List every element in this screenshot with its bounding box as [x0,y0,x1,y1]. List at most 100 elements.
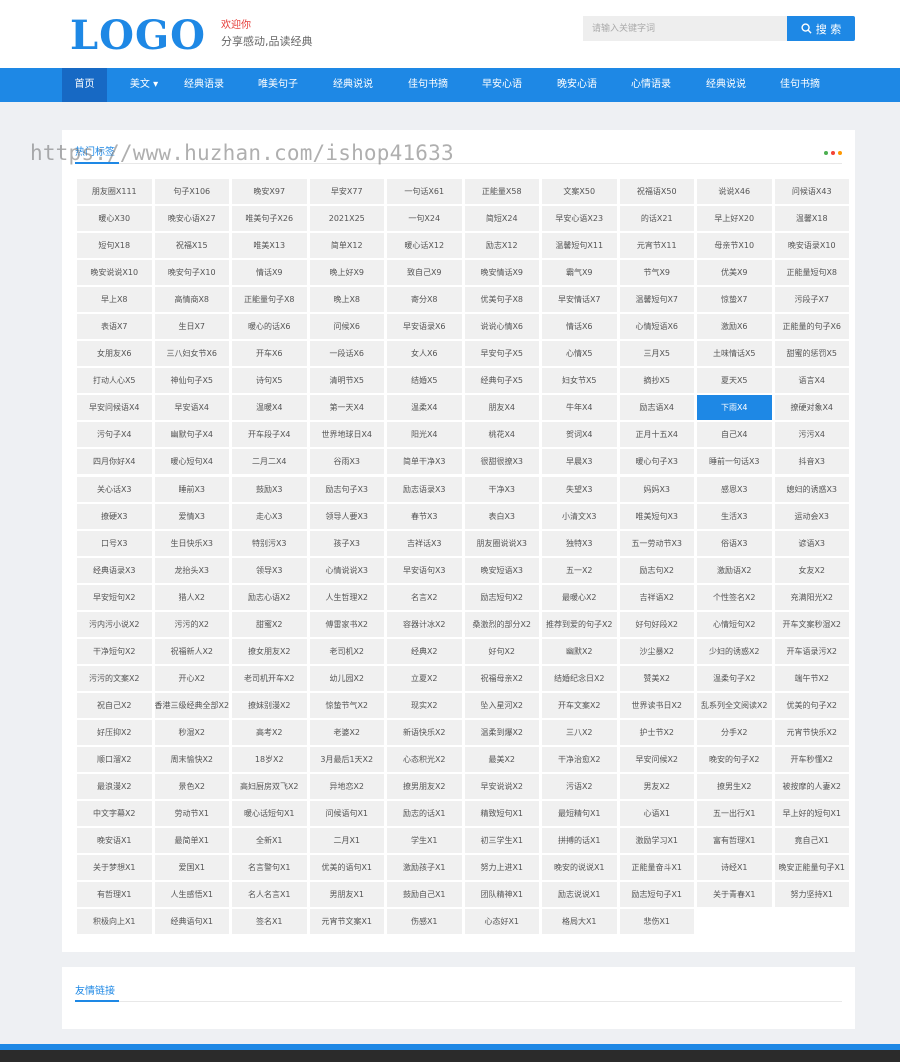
tag-item[interactable]: 祝福X15 [154,233,229,259]
tag-item[interactable]: 鼓励自己X1 [387,882,462,908]
tag-item[interactable]: 富有哲理X1 [697,828,772,854]
tag-item[interactable]: 心态好X1 [464,909,539,935]
tag-item[interactable]: 谷雨X3 [309,449,384,475]
tag-item[interactable]: 乱系列全文阅读X2 [697,692,772,718]
tag-item[interactable]: 节气X9 [619,260,694,286]
tag-item[interactable]: 祝福语X50 [619,179,694,204]
tag-item[interactable]: 老婆X2 [309,719,384,745]
tag-item[interactable]: 正能量X58 [464,179,539,204]
tag-item[interactable]: 优美X9 [697,260,772,286]
tag-item[interactable]: 三八妇女节X6 [154,341,229,367]
tag-item[interactable]: 开车X6 [232,341,307,367]
tag-item[interactable]: 晚安语X1 [77,828,152,854]
tag-item[interactable]: 五一劳动节X3 [619,530,694,556]
tag-item[interactable]: 早安问候X2 [619,746,694,772]
tag-item[interactable]: 甜蜜的惩罚X5 [774,341,849,367]
tag-item[interactable]: 劳动节X1 [154,801,229,827]
tag-item[interactable]: 朋友X4 [464,395,539,421]
tag-item[interactable]: 悲伤X1 [619,909,694,935]
tag-item[interactable]: 励志心语X2 [232,584,307,610]
tag-item[interactable]: 土味情话X5 [697,341,772,367]
tag-item[interactable]: 温柔到爆X2 [464,719,539,745]
tag-item[interactable]: 推荐到爱的句子X2 [542,611,617,637]
tag-item[interactable]: 早上X8 [77,287,152,313]
tag-item[interactable]: 母亲节X10 [697,233,772,259]
tag-item[interactable]: 3月最后1天X2 [309,746,384,772]
tag-item[interactable]: 三月X5 [619,341,694,367]
tag-item[interactable]: 心情说说X3 [309,557,384,583]
tag-item[interactable]: 运动会X3 [774,503,849,529]
tag-item[interactable]: 周末愉快X2 [154,746,229,772]
tag-item[interactable]: 最暖心X2 [542,584,617,610]
tag-item[interactable]: 贺词X4 [542,422,617,448]
tag-item[interactable]: 沙尘暴X2 [619,638,694,664]
tag-item[interactable]: 异地恋X2 [309,774,384,800]
tag-item[interactable]: 经典句子X5 [464,368,539,394]
tag-item[interactable]: 文案X50 [542,179,617,204]
nav-item-mood[interactable]: 心情语录 [623,68,679,102]
tag-item[interactable]: 拼搏的话X1 [542,828,617,854]
tag-item[interactable]: 惊蛰节气X2 [309,692,384,718]
tag-item[interactable]: 励志说说X1 [542,882,617,908]
tag-item[interactable]: 情话X9 [232,260,307,286]
tag-item[interactable]: 二月二X4 [232,449,307,475]
tag-item[interactable]: 语言X4 [774,368,849,394]
tag-item[interactable]: 自己X4 [697,422,772,448]
tag-item[interactable]: 激励学习X1 [619,828,694,854]
tag-item[interactable]: 吉祥话X3 [387,530,462,556]
search-button[interactable]: 搜 索 [787,16,855,41]
tag-item[interactable]: 晚上好X9 [309,260,384,286]
nav-item-night[interactable]: 晚安心语 [549,68,605,102]
tag-item[interactable]: 晚安的说说X1 [542,855,617,881]
tag-item[interactable]: 早安语句X3 [387,557,462,583]
site-logo[interactable]: LOGO [70,14,206,58]
tag-item[interactable]: 俗语X3 [697,530,772,556]
tag-item[interactable]: 被按摩的人妻X2 [774,774,849,800]
tag-item[interactable]: 撩女朋友X2 [232,638,307,664]
tag-item[interactable]: 心情短语X6 [619,314,694,340]
tag-item[interactable]: 香港三级经典全部X2 [154,692,229,718]
tag-item[interactable]: 阳光X4 [387,422,462,448]
tag-item[interactable]: 问候语X43 [774,179,849,204]
tag-item[interactable]: 元宵节文案X1 [309,909,384,935]
tag-item[interactable]: 端午节X2 [774,665,849,691]
tag-item[interactable]: 温暖X4 [232,395,307,421]
tag-item[interactable]: 经典语录X3 [77,557,152,583]
tag-item[interactable]: 暖心话X12 [387,233,462,259]
tag-item[interactable]: 励志语录X3 [387,476,462,502]
tag-item[interactable]: 优美的语句X1 [309,855,384,881]
tag-item[interactable]: 表语X7 [77,314,152,340]
tag-item[interactable]: 高考X2 [232,719,307,745]
tag-item[interactable]: 小清文X3 [542,503,617,529]
tag-item[interactable]: 高妇厨房双飞X2 [232,774,307,800]
tag-item[interactable]: 神仙句子X5 [154,368,229,394]
tag-item[interactable]: 优美的句子X2 [774,692,849,718]
tag-item[interactable]: 短句X18 [77,233,152,259]
tag-item[interactable]: 名言警句X1 [232,855,307,881]
nav-item-beautiful-sentences[interactable]: 唯美句子 [250,68,306,102]
tag-item[interactable]: 傅雷家书X2 [309,611,384,637]
nav-item-classic-talk-2[interactable]: 经典说说 [698,68,754,102]
tag-item[interactable]: 早安说说X2 [464,774,539,800]
tag-item[interactable]: 污污的文案X2 [77,665,152,691]
tag-item[interactable]: 牛年X4 [542,395,617,421]
tag-item[interactable]: 感恩X3 [697,476,772,502]
tag-item[interactable]: 说说心情X6 [464,314,539,340]
tag-item[interactable]: 桑激烈的部分X2 [464,611,539,637]
tag-item[interactable]: 开车段子X4 [232,422,307,448]
tag-item[interactable]: 正能量句子X8 [232,287,307,313]
tag-item[interactable]: 18岁X2 [232,746,307,772]
tag-item[interactable]: 现实X2 [387,692,462,718]
tag-item[interactable]: 温柔X4 [387,395,462,421]
nav-item-meiwen[interactable]: 美文 ▾ [113,68,175,102]
tag-item[interactable]: 简单X12 [309,233,384,259]
tag-item[interactable]: 优美句子X8 [464,287,539,313]
tag-item[interactable]: 春节X3 [387,503,462,529]
tag-item[interactable]: 积极向上X1 [77,909,152,935]
tag-item[interactable]: 开车语录污X2 [774,638,849,664]
tag-item[interactable]: 励志短句子X1 [619,882,694,908]
tag-item[interactable]: 个性签名X2 [697,584,772,610]
tag-item[interactable]: 全新X1 [232,828,307,854]
tag-item[interactable]: 朋友圈X111 [77,179,152,204]
tag-item[interactable]: 甜蜜X2 [232,611,307,637]
